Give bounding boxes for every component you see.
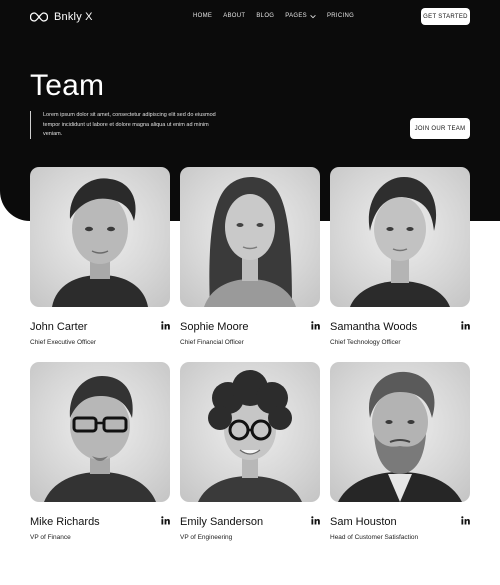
top-navigation: Bnkly X HOME ABOUT BLOG PAGES PRICING GE… [0,0,500,34]
linkedin-icon[interactable] [461,321,470,330]
chevron-down-icon [310,14,316,18]
portrait-image [350,177,450,307]
team-member-role: VP of Finance [30,534,71,541]
linkedin-icon[interactable] [161,516,170,525]
portrait-image [52,178,148,307]
team-member-photo [330,362,470,502]
nav-links: HOME ABOUT BLOG PAGES PRICING [193,13,354,19]
team-member-photo [30,362,170,502]
team-member-card: Mike Richards VP of Finance [30,362,170,541]
team-member-card: Samantha Woods Chief Technology Officer [330,167,470,346]
nav-blog[interactable]: BLOG [256,13,274,19]
team-member-card: Sophie Moore Chief Financial Officer [180,167,320,346]
team-member-role: VP of Engineering [180,534,233,541]
join-our-team-button[interactable]: JOIN OUR TEAM [410,118,470,139]
team-member-photo [180,362,320,502]
get-started-button[interactable]: GET STARTED [421,8,470,25]
team-member-photo [30,167,170,307]
team-member-role: Chief Financial Officer [180,339,244,346]
nav-about[interactable]: ABOUT [223,13,245,19]
team-member-name: Mike Richards [30,516,100,528]
team-member-name: Emily Sanderson [180,516,264,528]
nav-pages-label: PAGES [285,13,307,19]
brand-logo[interactable]: Bnkly X [30,11,93,23]
team-member-name: Sam Houston [330,516,397,528]
linkedin-icon[interactable] [461,516,470,525]
linkedin-icon[interactable] [311,321,320,330]
portrait-image [338,371,462,502]
portrait-image [204,177,296,307]
portrait-image [44,376,156,502]
team-member-role: Chief Executive Officer [30,339,96,346]
team-member-card: Sam Houston Head of Customer Satisfactio… [330,362,470,541]
team-member-role: Chief Technology Officer [330,339,401,346]
linkedin-icon[interactable] [311,516,320,525]
portrait-image [198,370,302,502]
nav-home[interactable]: HOME [193,13,212,19]
page-title: Team [30,69,105,102]
team-member-name: Samantha Woods [330,321,418,333]
team-member-card: John Carter Chief Executive Officer [30,167,170,346]
team-member-role: Head of Customer Satisfaction [330,534,419,541]
team-member-card: Emily Sanderson VP of Engineering [180,362,320,541]
linkedin-icon[interactable] [161,321,170,330]
team-member-name: John Carter [30,321,88,333]
infinity-logo-icon [30,12,48,22]
brand-name: Bnkly X [54,11,93,23]
nav-pages[interactable]: PAGES [285,13,316,19]
team-member-photo [330,167,470,307]
description-divider [30,111,31,139]
hero-description: Lorem ipsum dolor sit amet, consectetur … [43,112,216,137]
team-member-photo [180,167,320,307]
hero-description-block: Lorem ipsum dolor sit amet, consectetur … [30,111,219,139]
nav-pricing[interactable]: PRICING [327,13,354,19]
team-member-name: Sophie Moore [180,321,249,333]
